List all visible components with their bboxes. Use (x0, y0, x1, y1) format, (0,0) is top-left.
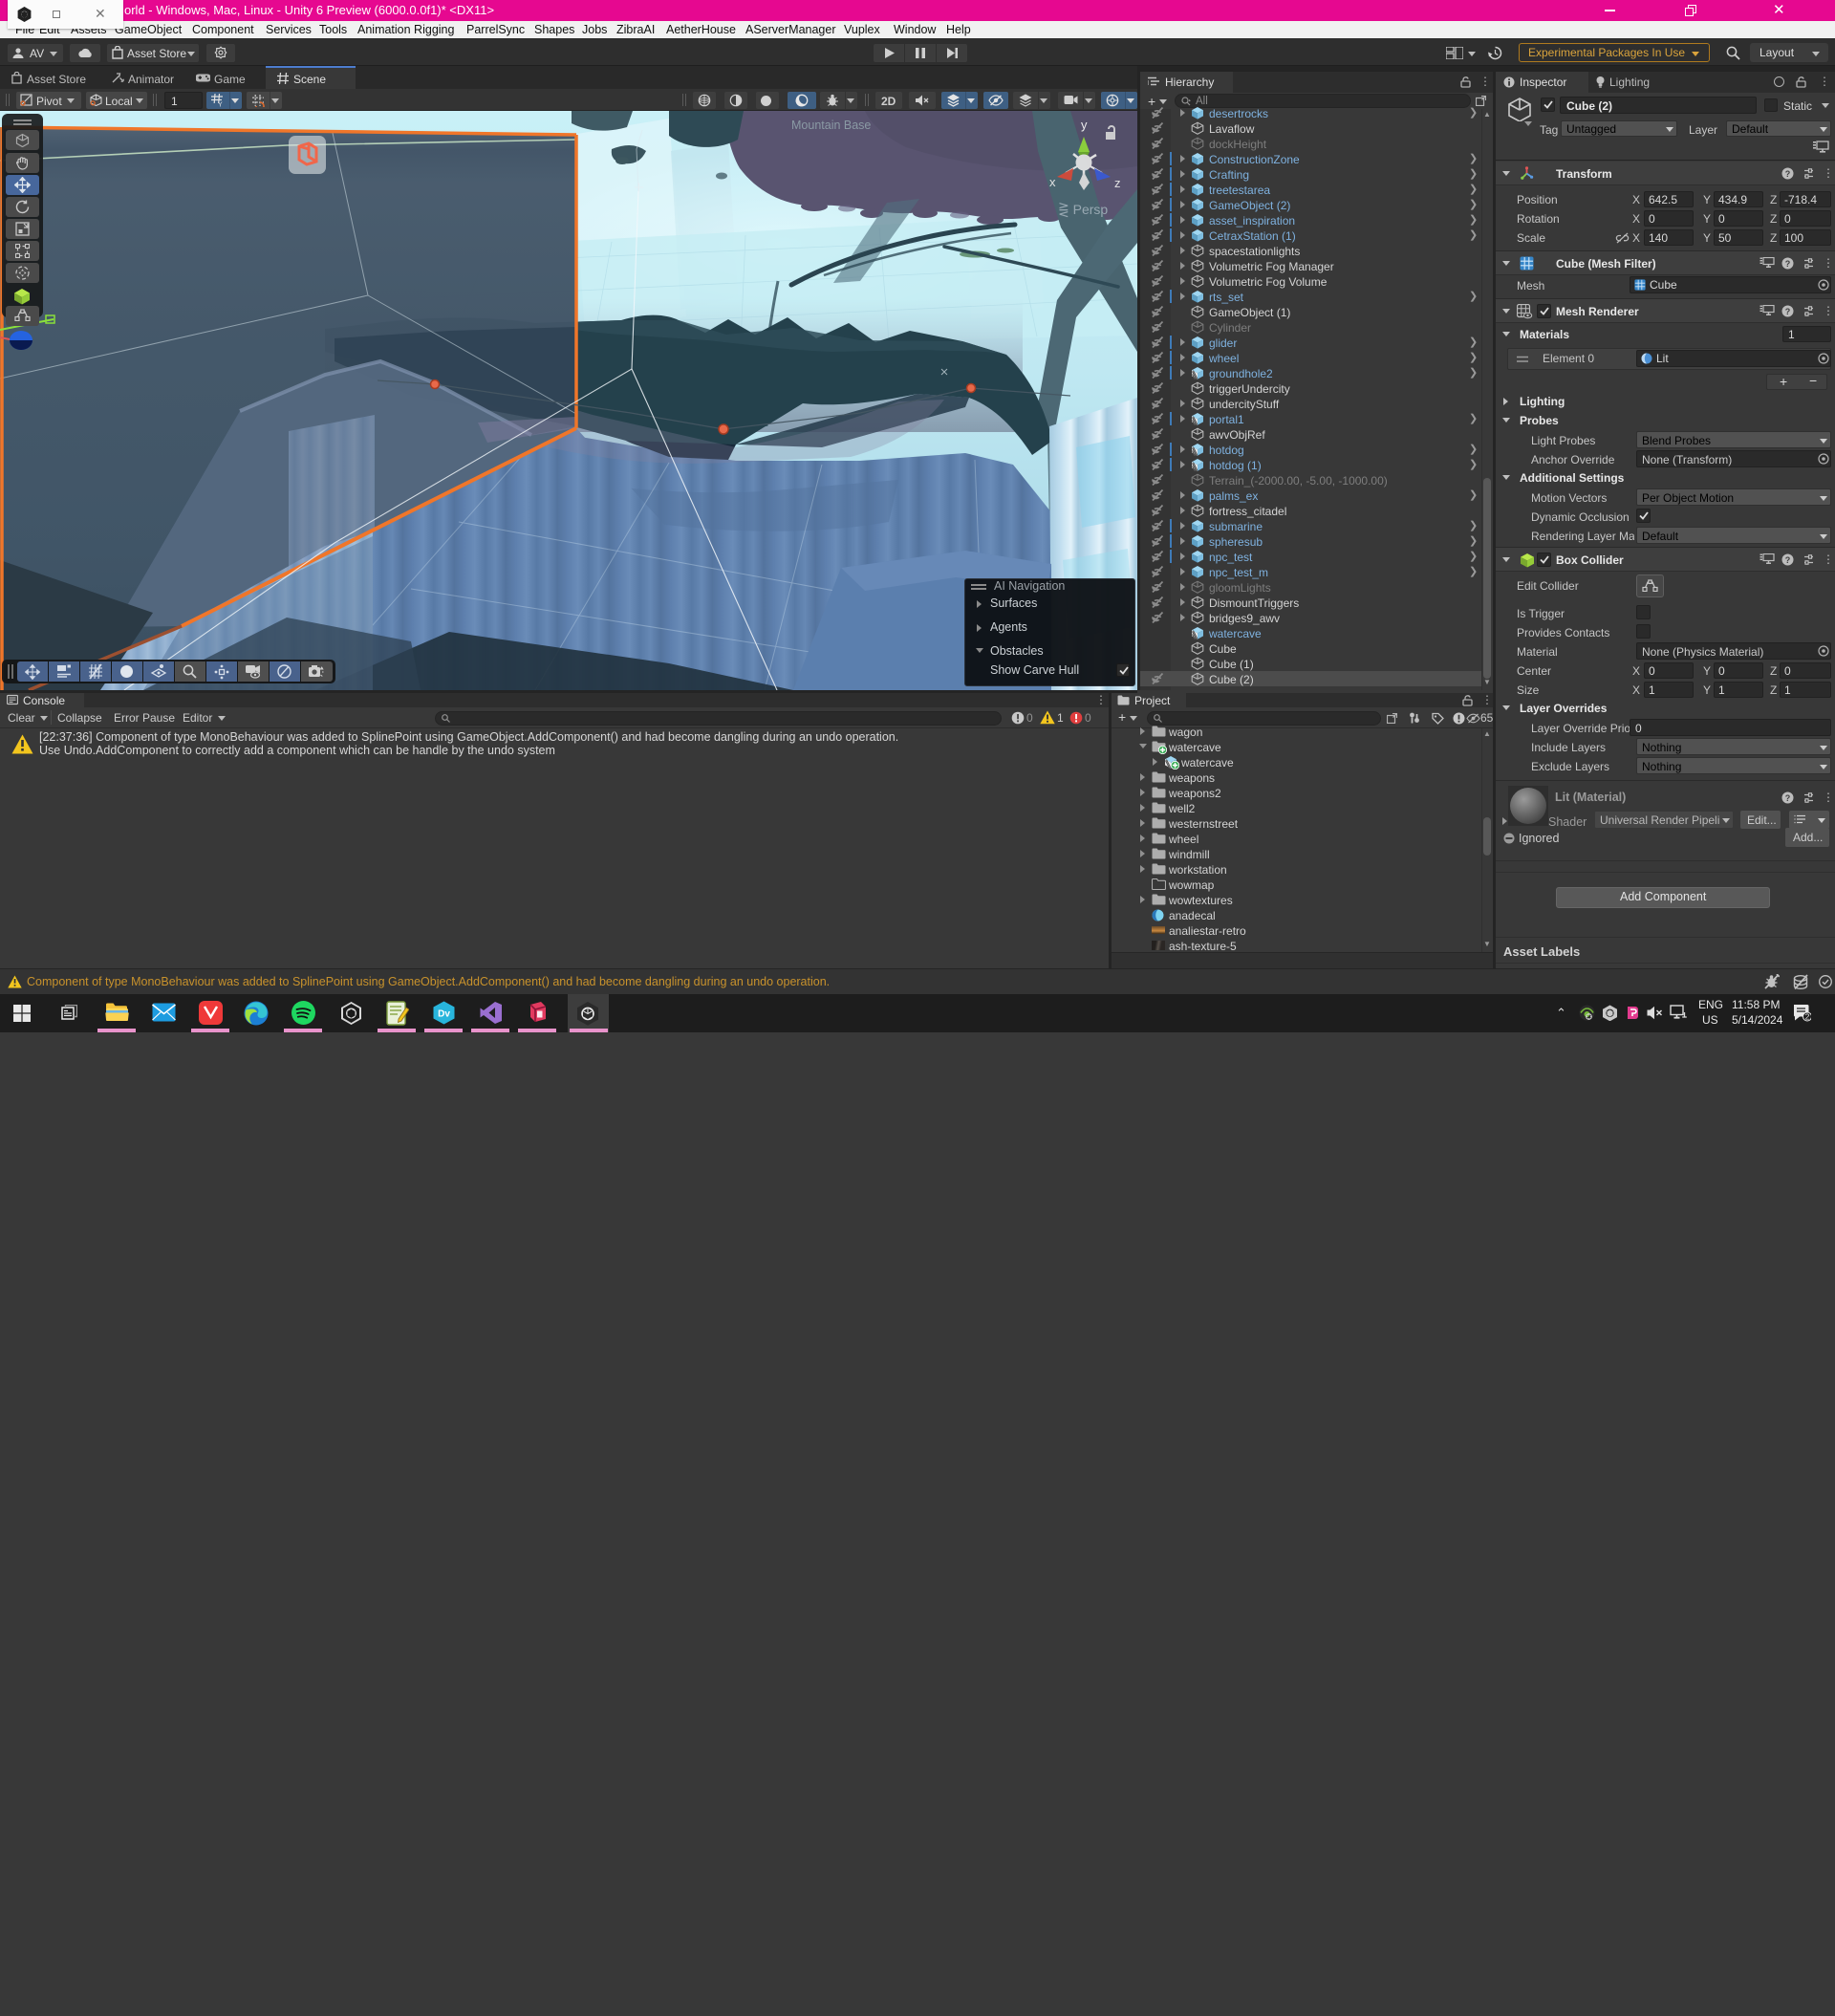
svg-text:y: y (1081, 118, 1088, 132)
svg-text:Y: Y (218, 102, 223, 108)
svg-text:Dv: Dv (438, 1009, 450, 1020)
svg-text:?: ? (1785, 555, 1791, 565)
svg-text:2: 2 (1805, 1012, 1810, 1022)
svg-text:?: ? (1785, 169, 1791, 179)
svg-text:?: ? (1785, 259, 1791, 269)
svg-text:?: ? (1785, 793, 1791, 803)
svg-text:⋛ Persp: ⋛ Persp (1058, 202, 1108, 218)
svg-text:?: ? (1785, 307, 1791, 316)
svg-text:x: x (1049, 175, 1056, 189)
svg-text:z: z (1114, 176, 1121, 190)
